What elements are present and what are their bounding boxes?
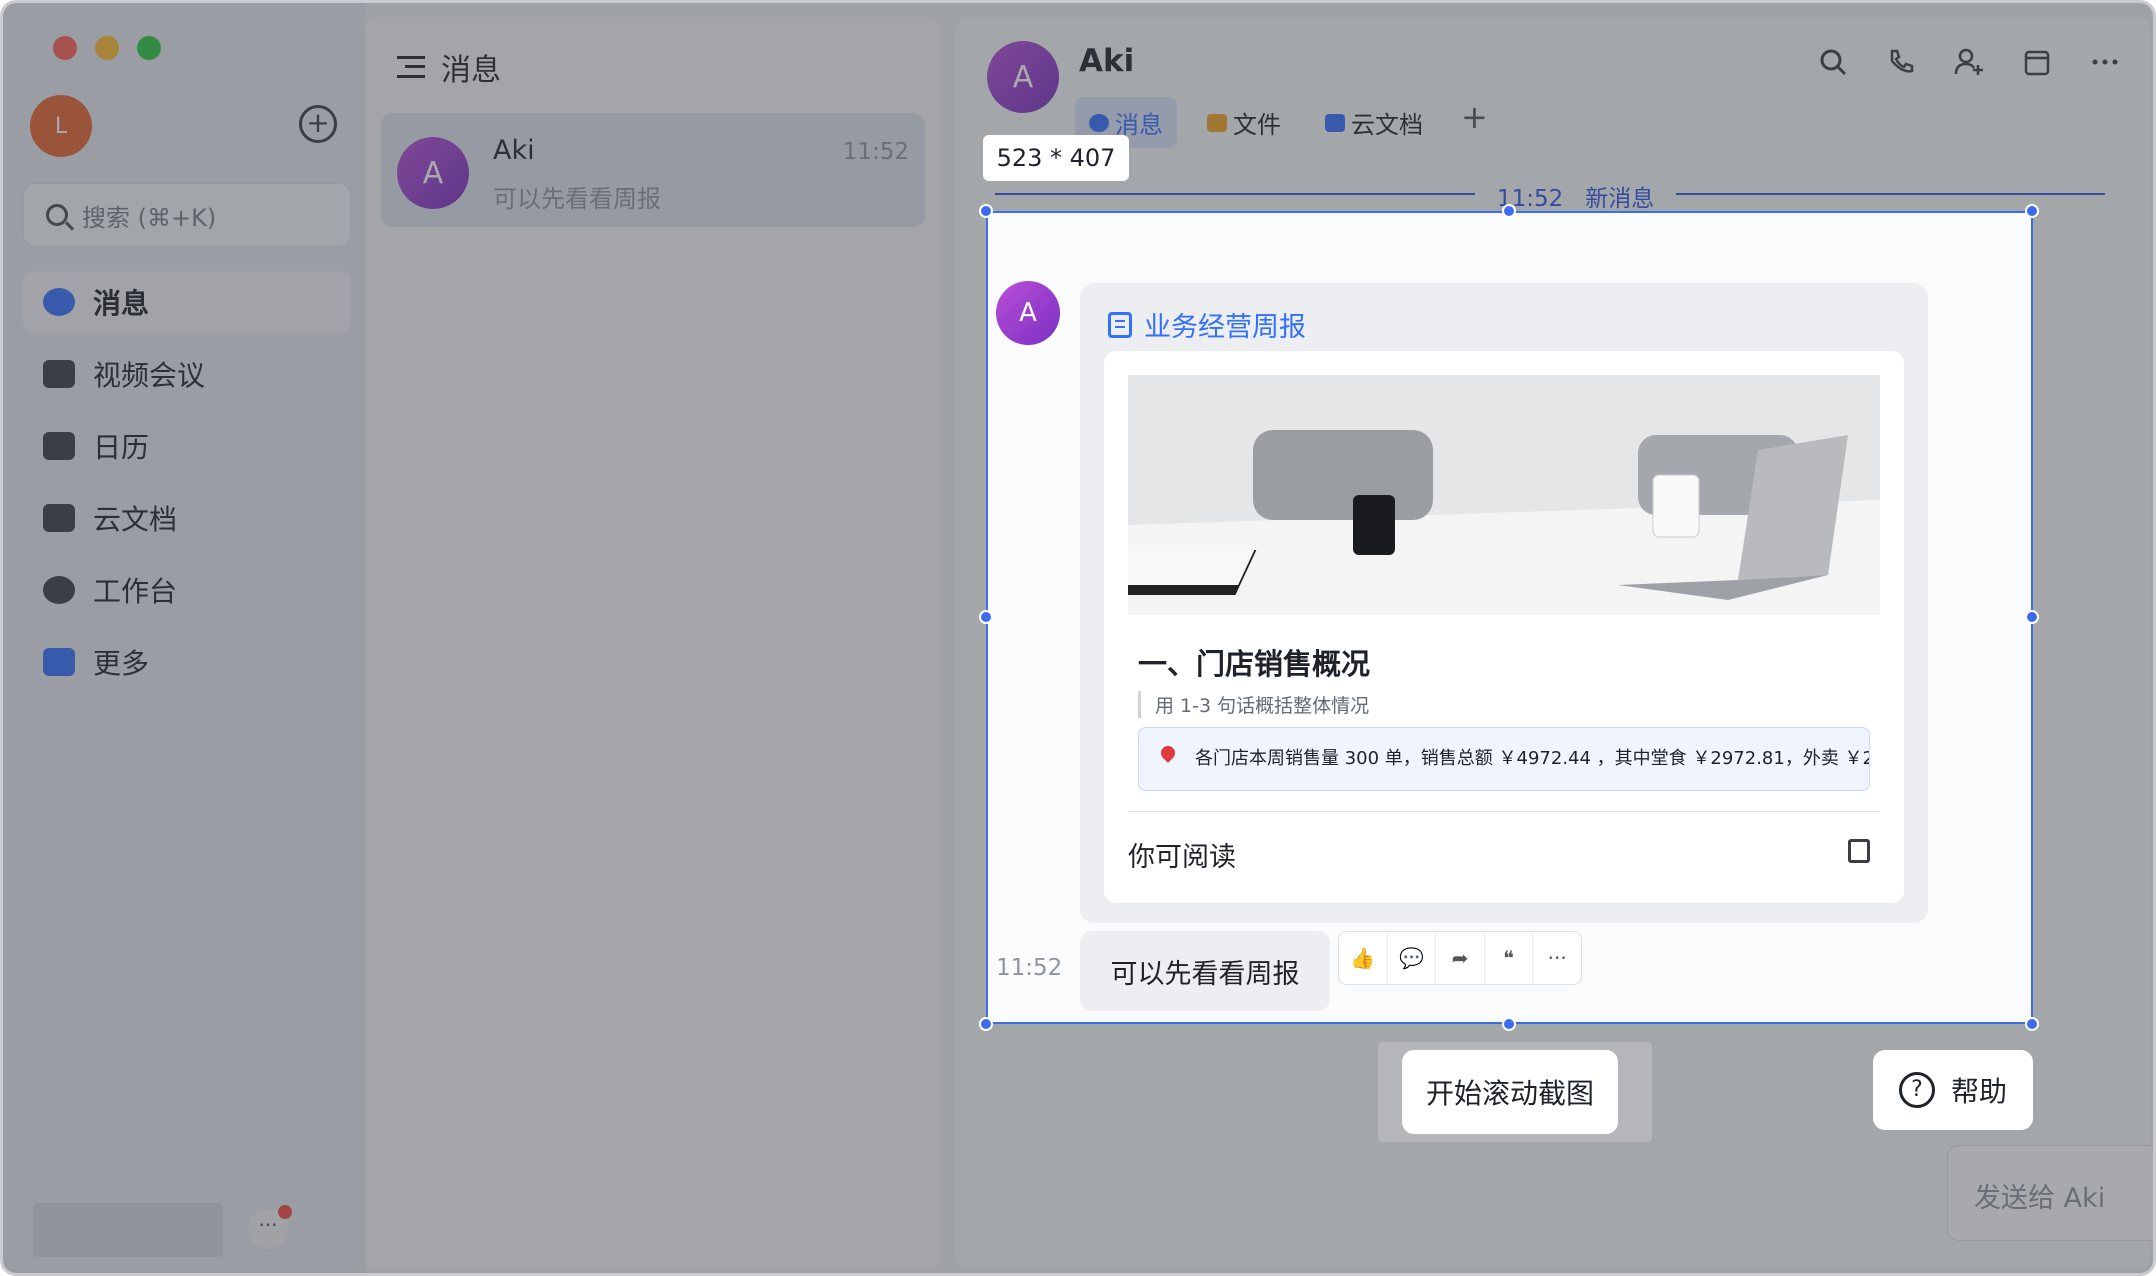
- tab-files[interactable]: 文件: [1193, 97, 1295, 148]
- chat-search-icon[interactable]: [1817, 47, 1849, 79]
- section-heading: 一、门店销售概况: [1138, 647, 1371, 681]
- doc-card-message[interactable]: 业务经营周报 一、门店销售概况 用 1-3 句话概括整体情况 各门店本周销售量 …: [1080, 283, 1928, 923]
- sidebar-item-workplace[interactable]: 工作台: [23, 559, 351, 621]
- chat-title: Aki: [1079, 43, 1135, 79]
- sidebar-item-label: 消息: [93, 287, 150, 320]
- add-member-icon[interactable]: [1953, 47, 1985, 79]
- permission-label: 你可阅读: [1128, 842, 1236, 873]
- sidebar-item-label: 云文档: [93, 503, 178, 536]
- scroll-capture-container: 开始滚动截图: [1378, 1042, 1652, 1142]
- create-plus-icon[interactable]: +: [299, 105, 337, 143]
- conversation-time: 11:52: [842, 139, 909, 165]
- callout-block: 各门店本周销售量 300 单，销售总额 ￥4972.44 ，其中堂食 ￥2972…: [1138, 727, 1870, 791]
- maximize-window-button[interactable]: [137, 36, 161, 60]
- avatar[interactable]: A: [987, 41, 1059, 113]
- sidebar-item-label: 更多: [93, 647, 150, 680]
- forward-icon[interactable]: ➦: [1436, 932, 1485, 984]
- search-input[interactable]: 搜索 (⌘+K): [23, 183, 351, 247]
- office-desk-photo: [1128, 375, 1880, 615]
- user-avatar[interactable]: L: [30, 95, 92, 157]
- more-dots-button[interactable]: ···: [248, 1205, 292, 1249]
- doc-preview[interactable]: 一、门店销售概况 用 1-3 句话概括整体情况 各门店本周销售量 300 单，销…: [1104, 351, 1904, 903]
- list-header: 消息: [397, 45, 501, 89]
- thumbs-up-icon[interactable]: 👍: [1339, 932, 1388, 984]
- resize-handle-left[interactable]: [979, 610, 993, 624]
- resize-handle-bottom-right[interactable]: [2025, 1017, 2039, 1031]
- sidebar-item-label: 视频会议: [93, 359, 206, 392]
- avatar: A: [397, 137, 469, 209]
- phone-call-icon[interactable]: [1885, 47, 1917, 79]
- quote-icon[interactable]: ❝: [1485, 932, 1534, 984]
- search-icon: [46, 204, 68, 226]
- chat-tabs: 消息 文件 云文档 +: [1075, 97, 1496, 148]
- start-scroll-capture-button[interactable]: 开始滚动截图: [1402, 1050, 1618, 1134]
- cloud-doc-icon: [43, 504, 75, 532]
- message-input[interactable]: 发送给 Aki Aa ☺ @ ✂ ⊕ ⤢: [1947, 1145, 2153, 1241]
- section-quote: 用 1-3 句话概括整体情况: [1138, 691, 1369, 718]
- close-window-button[interactable]: [53, 36, 77, 60]
- sidebar-item-messages[interactable]: 消息: [23, 271, 351, 333]
- calendar-icon[interactable]: [2021, 47, 2053, 79]
- message-actions: 👍 💬 ➦ ❝ ···: [1338, 931, 1582, 985]
- sidebar-item-video-meeting[interactable]: 视频会议: [23, 343, 351, 405]
- help-label: 帮助: [1950, 1075, 2007, 1108]
- doc-card-title[interactable]: 业务经营周报: [1108, 305, 1306, 344]
- chat-icon: [43, 288, 75, 316]
- conversation-preview: 可以先看看周报: [493, 185, 661, 213]
- resize-handle-right[interactable]: [2025, 610, 2039, 624]
- search-placeholder: 搜索 (⌘+K): [82, 203, 217, 232]
- more-dots-label: ···: [258, 1213, 278, 1237]
- help-icon: ?: [1898, 1072, 1935, 1108]
- reply-icon[interactable]: 💬: [1388, 932, 1437, 984]
- more-apps-icon: [43, 648, 75, 676]
- sidebar-item-docs[interactable]: 云文档: [23, 487, 351, 549]
- copy-icon[interactable]: [1848, 839, 1870, 863]
- resize-handle-top[interactable]: [1502, 204, 1516, 218]
- divider: [1128, 811, 1880, 812]
- list-title: 消息: [441, 53, 501, 88]
- notification-dot: [278, 1205, 292, 1219]
- folder-icon: [1207, 113, 1227, 132]
- conversation-item[interactable]: A Aki 11:52 可以先看看周报: [381, 113, 925, 227]
- sidebar-item-more[interactable]: 更多: [23, 631, 351, 693]
- add-tab-button[interactable]: +: [1453, 97, 1496, 148]
- screenshot-selection[interactable]: A 业务经营周报 一、门店销售概况 用 1-3 句话概括整体情况 各门店本周销售…: [986, 211, 2033, 1024]
- calendar-icon: [43, 432, 75, 460]
- more-icon[interactable]: ···: [1533, 932, 1581, 984]
- header-actions: [1817, 47, 2121, 79]
- video-camera-icon: [43, 360, 75, 388]
- document-icon: [1108, 311, 1132, 338]
- divider-text: 新消息: [1585, 186, 1655, 212]
- more-options-icon[interactable]: [2089, 47, 2121, 79]
- grid-apps-icon: [43, 576, 75, 604]
- input-placeholder: 发送给 Aki: [1974, 1183, 2106, 1214]
- sidebar: L + 搜索 (⌘+K) 消息 视频会议 日历 云文档 工作台 更多 ···: [3, 3, 365, 1273]
- tab-docs[interactable]: 云文档: [1311, 97, 1437, 148]
- help-button[interactable]: ? 帮助: [1873, 1050, 2033, 1130]
- message-bubble[interactable]: 可以先看看周报: [1080, 931, 1330, 1011]
- resize-handle-bottom-left[interactable]: [979, 1017, 993, 1031]
- tab-label: 文件: [1233, 111, 1281, 139]
- selection-size-label: 523 * 407: [983, 135, 1129, 181]
- doc-title-text: 业务经营周报: [1144, 312, 1306, 343]
- doc-icon: [1325, 113, 1345, 132]
- resize-handle-top-left[interactable]: [979, 204, 993, 218]
- conversation-name: Aki: [493, 135, 535, 166]
- status-bar: [33, 1203, 223, 1257]
- sidebar-item-calendar[interactable]: 日历: [23, 415, 351, 477]
- chat-bubble-icon: [1089, 113, 1109, 132]
- tab-label: 云文档: [1351, 111, 1423, 139]
- sidebar-item-label: 日历: [93, 431, 150, 464]
- pin-icon: [1158, 743, 1178, 763]
- minimize-window-button[interactable]: [95, 36, 119, 60]
- sidebar-item-label: 工作台: [93, 575, 178, 608]
- conversation-list: 消息 A Aki 11:52 可以先看看周报: [365, 17, 941, 1269]
- message-time: 11:52: [996, 955, 1063, 981]
- list-menu-icon[interactable]: [397, 56, 425, 78]
- app-window: L + 搜索 (⌘+K) 消息 视频会议 日历 云文档 工作台 更多 ··· 消…: [0, 0, 2156, 1276]
- avatar: A: [996, 281, 1060, 345]
- callout-text: 各门店本周销售量 300 单，销售总额 ￥4972.44 ，其中堂食 ￥2972…: [1195, 748, 1870, 769]
- resize-handle-bottom[interactable]: [1502, 1017, 1516, 1031]
- resize-handle-top-right[interactable]: [2025, 204, 2039, 218]
